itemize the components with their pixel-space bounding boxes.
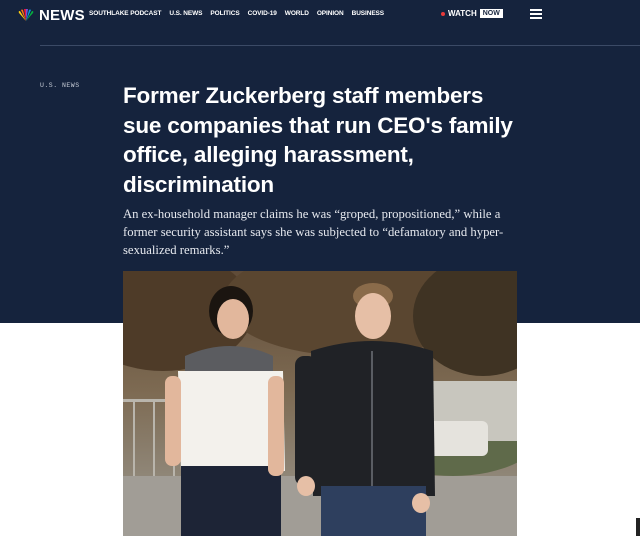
nbc-news-logo[interactable]: NEWS — [17, 6, 85, 24]
nav-link-us-news[interactable]: U.S. NEWS — [169, 10, 202, 17]
nav-link-world[interactable]: WORLD — [285, 10, 309, 17]
photo-illustration — [123, 271, 517, 536]
watch-now-button[interactable]: WATCH NOW — [441, 9, 503, 18]
article-headline: Former Zuckerberg staff members sue comp… — [123, 83, 513, 197]
section-label[interactable]: U.S. NEWS — [40, 82, 80, 89]
watch-label: WATCH — [448, 9, 477, 18]
article-hero-photo — [123, 271, 517, 536]
now-badge: NOW — [479, 9, 503, 18]
live-indicator-icon — [441, 11, 445, 16]
nav-link-opinion[interactable]: OPINION — [317, 10, 344, 17]
nav-link-politics[interactable]: POLITICS — [210, 10, 239, 17]
nav-link-southlake-podcast[interactable]: SOUTHLAKE PODCAST — [89, 10, 161, 17]
window-edge — [636, 518, 640, 536]
nbc-peacock-icon — [18, 8, 34, 21]
top-navigation: NEWS SOUTHLAKE PODCAST U.S. NEWS POLITIC… — [0, 0, 640, 30]
brand-name: NEWS — [39, 6, 85, 24]
header-divider — [40, 45, 640, 46]
nav-links: SOUTHLAKE PODCAST U.S. NEWS POLITICS COV… — [89, 10, 384, 17]
nav-link-business[interactable]: BUSINESS — [352, 10, 385, 17]
article-dek: An ex-household manager claims he was “g… — [123, 207, 504, 257]
hamburger-menu-icon[interactable] — [530, 9, 542, 19]
nav-link-covid-19[interactable]: COVID-19 — [248, 10, 277, 17]
